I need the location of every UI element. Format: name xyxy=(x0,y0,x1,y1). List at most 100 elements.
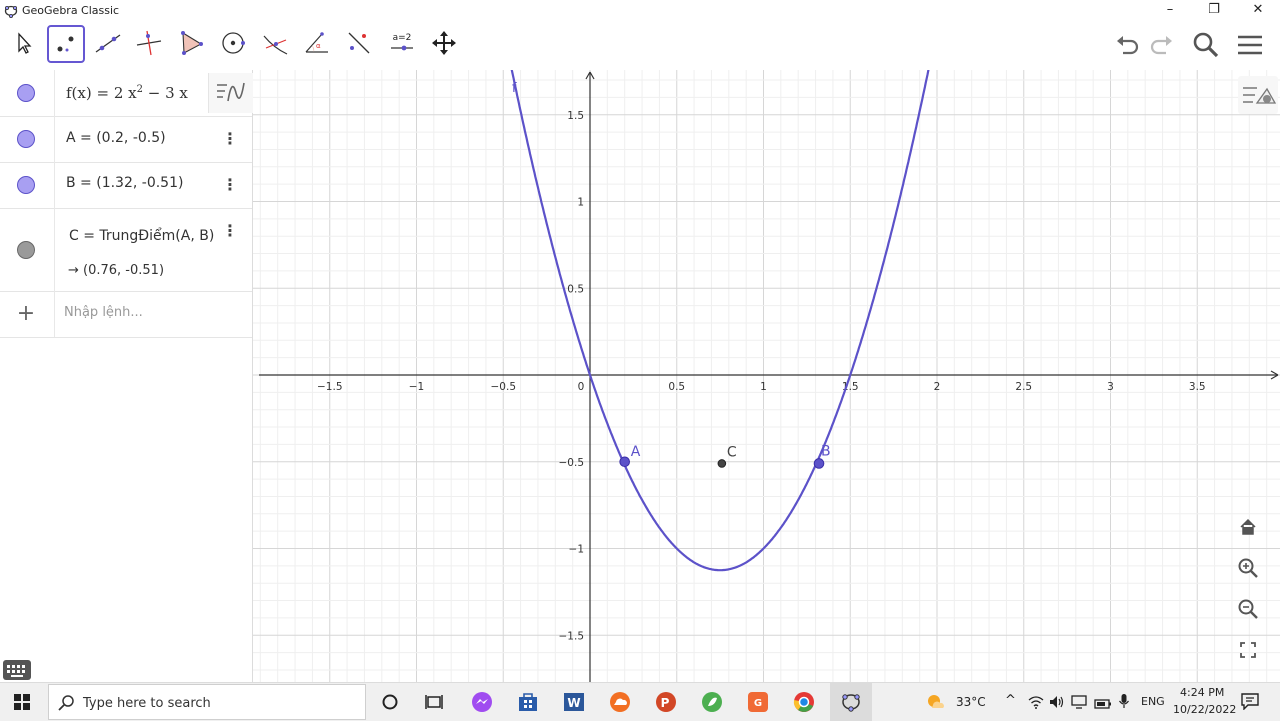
line-tool-icon xyxy=(95,34,121,53)
move-graphics-view-tool-button[interactable] xyxy=(426,25,462,61)
clock-time[interactable]: 4:24 PM xyxy=(1180,686,1224,699)
main-menu-button[interactable] xyxy=(1235,30,1265,60)
task-view-button[interactable] xyxy=(422,690,446,714)
angle-tool-icon: α xyxy=(305,32,328,53)
more-options-B-button[interactable]: ⋮ xyxy=(222,175,238,195)
x-tick-label: 1 xyxy=(760,381,767,393)
polygon-tool-button[interactable] xyxy=(173,25,209,61)
perpendicular-line-tool-button[interactable] xyxy=(131,25,167,61)
move-tool-button[interactable] xyxy=(6,25,42,61)
search-icon xyxy=(58,695,74,711)
point-label-A[interactable]: A xyxy=(631,444,641,460)
point-tool-button[interactable] xyxy=(47,25,85,63)
microphone-icon[interactable] xyxy=(1118,693,1130,709)
close-button[interactable]: ✕ xyxy=(1238,0,1278,22)
graphics-style-bar-button[interactable] xyxy=(1238,76,1278,114)
point-C-definition[interactable]: C = TrungĐiểm(A, B) xyxy=(69,228,214,244)
weather-temperature[interactable]: 33°C xyxy=(956,695,986,709)
circle-tool-button[interactable] xyxy=(215,25,251,61)
more-options-A-button[interactable]: ⋮ xyxy=(222,129,238,149)
input-bar[interactable]: Nhập lệnh... xyxy=(64,305,143,320)
chevron-up-icon[interactable]: ^ xyxy=(1005,693,1016,708)
function-expression[interactable]: f(x) = 2 x2 − 3 x xyxy=(66,84,188,102)
visibility-toggle-C[interactable] xyxy=(17,241,35,259)
geogebra-alt-taskbar-button[interactable] xyxy=(700,690,724,714)
algebra-settings-button[interactable] xyxy=(208,73,253,113)
point-A[interactable] xyxy=(619,456,631,468)
algebra-row-C[interactable]: C = TrungĐiểm(A, B) → (0.76, -0.51) ⋮ xyxy=(0,208,252,292)
soundcloud-taskbar-button[interactable] xyxy=(608,690,632,714)
toolbar: α a=2 xyxy=(0,22,1280,70)
start-button[interactable] xyxy=(14,694,30,710)
y-tick-label: 1 xyxy=(577,197,584,209)
cortana-button[interactable] xyxy=(378,690,402,714)
title-bar: GeoGebra Classic – ❐ ✕ xyxy=(0,0,1280,22)
clock-date[interactable]: 10/22/2022 xyxy=(1173,703,1236,716)
conic-tool-button[interactable] xyxy=(257,25,293,61)
algebra-row-B[interactable]: B = (1.32, -0.51) ⋮ xyxy=(0,162,252,209)
slider-tool-button[interactable]: a=2 xyxy=(384,25,420,61)
function-label-f[interactable]: f xyxy=(512,81,517,96)
coordinate-plane[interactable]: −1.5 −1 −0.5 0 0.5 1 1.5 2 2.5 3 3.51.510.5−0.5−1−… xyxy=(253,70,1280,682)
point-B[interactable] xyxy=(813,458,825,469)
home-button[interactable] xyxy=(1234,513,1262,541)
keyboard-button[interactable] xyxy=(3,660,31,680)
point-C[interactable] xyxy=(717,459,727,468)
wifi-icon[interactable] xyxy=(1028,694,1044,709)
algebra-row-f[interactable]: f(x) = 2 x2 − 3 x xyxy=(0,70,253,117)
more-options-C-button[interactable]: ⋮ xyxy=(222,221,238,241)
visibility-toggle-A[interactable] xyxy=(17,130,35,148)
redo-button[interactable] xyxy=(1147,30,1177,60)
svg-text:a=2: a=2 xyxy=(393,33,412,43)
battery-icon[interactable] xyxy=(1094,695,1112,709)
messenger-taskbar-button[interactable] xyxy=(470,690,494,714)
undo-button[interactable] xyxy=(1112,30,1142,60)
restore-button[interactable]: ❐ xyxy=(1194,0,1234,22)
point-A-expression[interactable]: A = (0.2, -0.5) xyxy=(66,130,166,146)
algebra-sort-icon xyxy=(217,82,245,102)
leaf-app-icon xyxy=(702,692,722,712)
zoom-in-button[interactable] xyxy=(1234,554,1262,582)
weather-icon[interactable] xyxy=(926,692,946,712)
word-taskbar-button[interactable]: W xyxy=(562,690,586,714)
points[interactable]: A B C xyxy=(619,443,831,469)
visibility-toggle-B[interactable] xyxy=(17,176,35,194)
point-label-B[interactable]: B xyxy=(821,443,831,459)
minimize-button[interactable]: – xyxy=(1150,0,1190,22)
visibility-toggle-f[interactable] xyxy=(17,84,35,102)
taskbar-search-box[interactable]: Type here to search xyxy=(48,684,366,720)
point-label-C[interactable]: C xyxy=(727,444,737,460)
redo-icon xyxy=(1150,36,1172,55)
language-indicator[interactable]: ENG xyxy=(1141,695,1165,708)
grid xyxy=(253,70,1280,682)
algebra-row-A[interactable]: A = (0.2, -0.5) ⋮ xyxy=(0,116,252,163)
powerpoint-taskbar-button[interactable]: P xyxy=(654,690,678,714)
point-B-expression[interactable]: B = (1.32, -0.51) xyxy=(66,175,183,191)
line-tool-button[interactable] xyxy=(90,25,126,61)
chrome-taskbar-button[interactable] xyxy=(792,690,816,714)
fullscreen-icon xyxy=(1240,642,1256,658)
soundcloud-icon xyxy=(610,692,630,712)
graphics-view[interactable]: −1.5 −1 −0.5 0 0.5 1 1.5 2 2.5 3 3.5 1.5 1 0.5 −0.5 −1−… xyxy=(253,70,1280,682)
search-button[interactable] xyxy=(1190,30,1220,60)
zoom-out-button[interactable] xyxy=(1234,595,1262,623)
fullscreen-button[interactable] xyxy=(1234,636,1262,664)
geogebra-icon xyxy=(842,694,860,712)
angle-tool-button[interactable]: α xyxy=(299,25,335,61)
display-icon[interactable] xyxy=(1071,694,1087,709)
zoom-out-icon xyxy=(1238,599,1258,619)
store-taskbar-button[interactable] xyxy=(516,690,540,714)
windows-taskbar: Type here to search W P G 33°C ^ ENG 4:2… xyxy=(0,682,1280,721)
x-tick-label: 2.5 xyxy=(1015,381,1032,393)
word-icon: W xyxy=(564,693,584,711)
reflect-tool-button[interactable] xyxy=(341,25,377,61)
x-tick-label: 0 xyxy=(578,381,585,393)
volume-icon[interactable] xyxy=(1049,694,1065,708)
notification-button[interactable] xyxy=(1241,692,1259,711)
circle-tool-icon xyxy=(222,32,245,54)
undo-icon xyxy=(1117,36,1139,55)
pdf-app-taskbar-button[interactable]: G xyxy=(746,690,770,714)
add-item-icon[interactable]: + xyxy=(16,301,36,326)
input-bar-row[interactable]: + Nhập lệnh... xyxy=(0,291,252,338)
geogebra-taskbar-button-active[interactable] xyxy=(830,683,872,721)
